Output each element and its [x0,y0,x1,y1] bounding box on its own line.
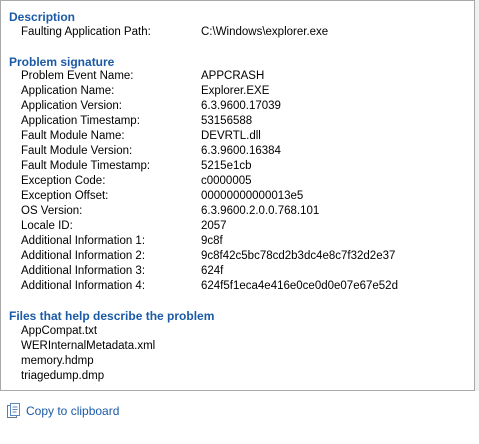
file-item-werinternalmetadata: WERInternalMetadata.xml [21,340,156,352]
detail-value: C:\Windows\explorer.exe [201,26,329,38]
detail-key: Fault Module Version: [21,145,133,157]
detail-value: 6.3.9600.16384 [201,145,281,157]
detail-value: 624f [201,265,224,277]
detail-value: 624f5f1eca4e416e0ce0d0e07e67e52d [201,280,398,292]
detail-value: 9c8f [201,235,223,247]
file-item-memory-hdmp: memory.hdmp [21,355,94,367]
detail-key: Additional Information 3: [21,265,146,277]
dialog-footer: Copy to clipboard [0,391,479,444]
detail-value: APPCRASH [201,70,265,82]
detail-key: Exception Offset: [21,190,109,202]
detail-key: Locale ID: [21,220,73,232]
detail-value: 9c8f42c5bc78cd2b3dc4e8c7f32d2e37 [201,250,396,262]
clipboard-icon [6,403,20,419]
detail-key: Application Timestamp: [21,115,140,127]
detail-key: Fault Module Timestamp: [21,160,151,172]
detail-key: Application Name: [21,85,115,97]
files-header: Files that help describe the problem [9,309,215,323]
detail-key: OS Version: [21,205,83,217]
problem-signature-header: Problem signature [9,55,115,69]
copy-to-clipboard-label: Copy to clipboard [26,404,120,418]
detail-key: Fault Module Name: [21,130,125,142]
detail-key: Additional Information 4: [21,280,146,292]
detail-key: Exception Code: [21,175,106,187]
description-header: Description [9,10,76,24]
detail-key: Additional Information 2: [21,250,146,262]
detail-value: 00000000000013e5 [201,190,304,202]
file-item-triagedump: triagedump.dmp [21,370,105,382]
detail-key: Additional Information 1: [21,235,146,247]
detail-key: Problem Event Name: [21,70,134,82]
detail-value: 2057 [201,220,227,232]
detail-value: 6.3.9600.17039 [201,100,281,112]
detail-value: 6.3.9600.2.0.0.768.101 [201,205,320,217]
detail-value: 53156588 [201,115,253,127]
detail-value: DEVRTL.dll [201,130,261,142]
detail-key: Faulting Application Path: [21,26,151,38]
problem-details-panel: Description Faulting Application Path: C… [0,0,475,391]
copy-to-clipboard-link[interactable]: Copy to clipboard [6,402,119,420]
detail-value: Explorer.EXE [201,85,270,97]
detail-value: 5215e1cb [201,160,252,172]
file-item-appcompat: AppCompat.txt [21,325,98,337]
detail-value: c0000005 [201,175,252,187]
detail-key: Application Version: [21,100,123,112]
